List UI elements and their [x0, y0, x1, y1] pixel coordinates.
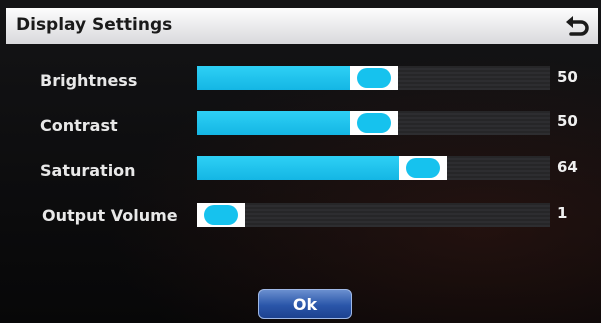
saturation-slider-fill [197, 156, 423, 180]
output-volume-slider-thumb[interactable] [197, 203, 245, 227]
brightness-value: 50 [557, 68, 578, 86]
brightness-slider[interactable] [197, 66, 550, 90]
contrast-slider[interactable] [197, 111, 550, 135]
brightness-slider-thumb[interactable] [349, 66, 398, 90]
saturation-slider[interactable] [197, 156, 550, 180]
title-bar: Display Settings [6, 8, 598, 44]
output-volume-label: Output Volume [42, 206, 178, 225]
saturation-label: Saturation [40, 161, 136, 180]
brightness-label: Brightness [40, 71, 138, 90]
ok-button[interactable]: Ok [258, 289, 352, 319]
output-volume-value: 1 [557, 204, 568, 222]
back-arrow-icon[interactable] [562, 11, 592, 41]
saturation-value: 64 [557, 158, 578, 176]
contrast-slider-thumb[interactable] [349, 111, 398, 135]
output-volume-slider[interactable] [197, 203, 550, 227]
brightness-slider-fill [197, 66, 374, 90]
display-settings-screen: Display Settings Brightness 50 Contrast … [0, 0, 601, 323]
contrast-slider-fill [197, 111, 374, 135]
saturation-slider-thumb[interactable] [398, 156, 447, 180]
contrast-value: 50 [557, 112, 578, 130]
page-title: Display Settings [16, 15, 173, 35]
contrast-label: Contrast [40, 116, 118, 135]
